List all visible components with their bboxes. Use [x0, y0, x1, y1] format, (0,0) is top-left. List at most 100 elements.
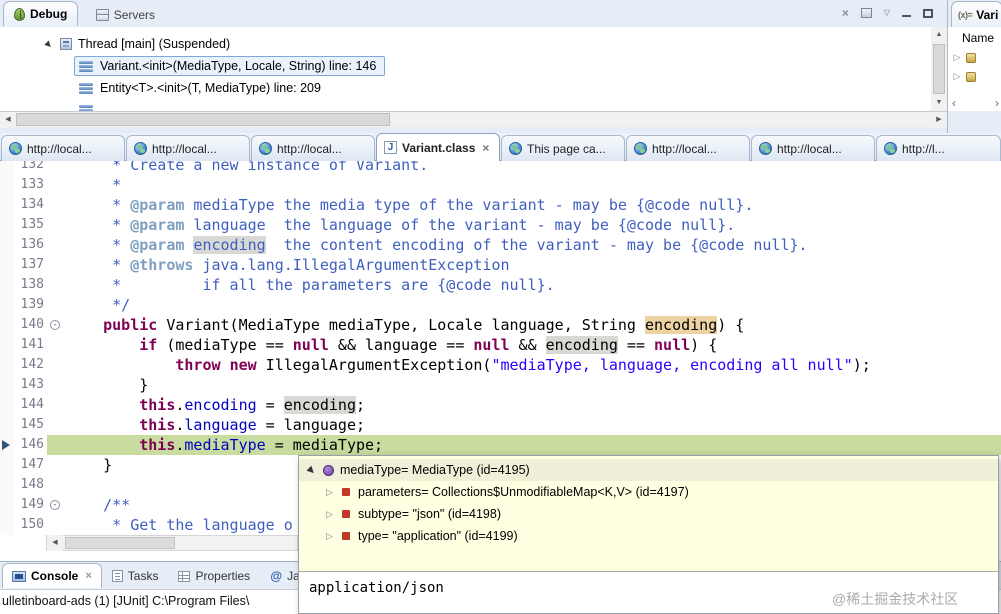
thread-row[interactable]: ▶ Thread [main] (Suspended) [0, 33, 931, 55]
inspect-row-2[interactable]: ▷ parameters= Collections$UnmodifiableMap… [299, 481, 998, 503]
code-line-144[interactable]: 144 this.encoding = encoding; [0, 395, 1001, 415]
expand-arrow-icon[interactable]: ▷ [952, 71, 962, 82]
view-tab-tasks[interactable]: Tasks [102, 563, 169, 588]
variable-row[interactable]: ▷ [948, 48, 1001, 67]
fold-column [47, 355, 63, 375]
debug-horizontal-scrollbar[interactable]: ◀ ▶ [0, 111, 947, 128]
servers-icon [95, 8, 109, 21]
editor-tab-label: http://local... [27, 141, 92, 156]
code-line-141[interactable]: 141 if (mediaType == null && language ==… [0, 335, 1001, 355]
variable-row[interactable]: ▷ [948, 67, 1001, 86]
stack-frame-row[interactable]: Entity<T>.<init>(T, MediaType) line: 209 [0, 77, 931, 99]
collapse-arrow-icon[interactable]: ▶ [304, 462, 320, 478]
marker-column [0, 215, 13, 235]
view-tab-console[interactable]: Console × [2, 563, 102, 588]
marker-column [0, 255, 13, 275]
editor-tab-label: http://local... [152, 141, 217, 156]
code-text: */ [67, 296, 131, 314]
tab-variables[interactable]: (x)= Vari [951, 1, 1001, 27]
inspect-row-label: mediaType= MediaType (id=4195) [340, 463, 530, 477]
line-number: 149 [20, 497, 44, 512]
scroll-up-icon[interactable]: ▲ [931, 27, 947, 43]
code-line-137[interactable]: 137 * @throws java.lang.IllegalArgumentE… [0, 255, 1001, 275]
globe-icon [134, 142, 147, 155]
scroll-left-icon[interactable]: ◀ [47, 535, 63, 551]
debug-toolbar: × ▽ [842, 6, 933, 20]
fold-minus-icon[interactable]: - [50, 320, 60, 330]
debug-vertical-scrollbar[interactable]: ▲ ▼ [931, 27, 947, 111]
remove-terminated-icon[interactable]: × [842, 6, 849, 20]
editor-tab-5[interactable]: This page ca... [501, 135, 625, 161]
inspect-row-1[interactable]: ▶ mediaType= MediaType (id=4195) [299, 459, 998, 481]
view-tab-label: Properties [195, 569, 251, 583]
code-line-140[interactable]: 140- public Variant(MediaType mediaType,… [0, 315, 1001, 335]
expand-arrow-icon[interactable]: ▷ [324, 487, 335, 498]
view-tab-properties[interactable]: Properties [168, 563, 260, 588]
fold-column: - [47, 315, 63, 335]
close-icon[interactable]: × [482, 141, 489, 155]
expand-arrow-icon[interactable]: ▷ [952, 52, 962, 63]
code-line-145[interactable]: 145 this.language = language; [0, 415, 1001, 435]
fold-column [47, 275, 63, 295]
editor-horizontal-scrollbar[interactable]: ◀ [46, 535, 298, 551]
properties-icon [178, 570, 191, 582]
code-line-134[interactable]: 134 * @param mediaType the media type of… [0, 195, 1001, 215]
code-line-143[interactable]: 143 } [0, 375, 1001, 395]
maximize-icon[interactable] [923, 8, 933, 18]
view-tab-label: Vari [976, 7, 999, 22]
tab-debug[interactable]: Debug [3, 1, 79, 26]
scrollbar-thumb[interactable] [65, 537, 175, 549]
editor-tab-7[interactable]: http://local... [751, 135, 875, 161]
expand-arrow-icon[interactable]: ▷ [324, 509, 335, 520]
scroll-right-icon[interactable]: ▶ [931, 112, 947, 128]
fold-column [47, 175, 63, 195]
scroll-down-icon[interactable]: ▼ [931, 95, 947, 111]
inspect-row-3[interactable]: ▷ subtype= "json" (id=4198) [299, 503, 998, 525]
fold-minus-icon[interactable]: - [50, 500, 60, 510]
tab-servers[interactable]: Servers [85, 2, 166, 27]
window-icon[interactable] [860, 8, 872, 18]
view-menu-icon[interactable]: ▽ [884, 6, 890, 20]
collapse-arrow-icon[interactable]: ▶ [42, 37, 55, 50]
code-line-136[interactable]: 136 * @param encoding the content encodi… [0, 235, 1001, 255]
editor-tab-2[interactable]: http://local... [126, 135, 250, 161]
stack-frame-row[interactable] [0, 99, 931, 111]
code-line-138[interactable]: 138 * if all the parameters are {@code n… [0, 275, 1001, 295]
code-text: this.language = language; [139, 416, 366, 434]
editor-tab-8[interactable]: http://l... [876, 135, 1001, 161]
scroll-left-icon[interactable]: ‹ [952, 96, 956, 110]
editor-tab-4[interactable]: J Variant.class × [376, 133, 500, 161]
close-icon[interactable]: × [85, 570, 91, 582]
code-text: } [67, 376, 149, 394]
code-line-132[interactable]: 132 * Create a new instance of Variant. [0, 161, 1001, 175]
fold-column [47, 435, 63, 455]
scrollbar-thumb[interactable] [933, 44, 945, 94]
code-line-139[interactable]: 139 */ [0, 295, 1001, 315]
marker-column [0, 161, 13, 175]
scroll-left-icon[interactable]: ◀ [0, 112, 16, 128]
editor-tab-6[interactable]: http://local... [626, 135, 750, 161]
marker-column [0, 375, 13, 395]
editor-tab-3[interactable]: http://local... [251, 135, 375, 161]
stack-frame-row[interactable]: Variant.<init>(MediaType, Locale, String… [0, 55, 931, 77]
bug-icon [14, 7, 25, 21]
code-line-133[interactable]: 133 * [0, 175, 1001, 195]
minimize-icon[interactable] [902, 15, 911, 17]
code-line-146[interactable]: 146 this.mediaType = mediaType; [0, 435, 1001, 455]
line-number: 139 [20, 297, 44, 312]
view-tab-label: Console [31, 569, 79, 583]
line-number: 142 [20, 357, 44, 372]
globe-icon [634, 142, 647, 155]
fold-column [47, 295, 63, 315]
java-class-icon: J [384, 141, 397, 154]
code-text: * [67, 176, 122, 194]
expand-arrow-icon[interactable]: ▷ [324, 531, 335, 542]
scrollbar-thumb[interactable] [16, 113, 390, 126]
editor-tab-label: http://local... [777, 141, 842, 156]
code-line-142[interactable]: 142 throw new IllegalArgumentException("… [0, 355, 1001, 375]
code-line-135[interactable]: 135 * @param language the language of th… [0, 215, 1001, 235]
scroll-right-icon[interactable]: › [995, 96, 999, 110]
private-field-icon [342, 510, 350, 518]
editor-tab-1[interactable]: http://local... [1, 135, 125, 161]
inspect-row-4[interactable]: ▷ type= "application" (id=4199) [299, 525, 998, 547]
